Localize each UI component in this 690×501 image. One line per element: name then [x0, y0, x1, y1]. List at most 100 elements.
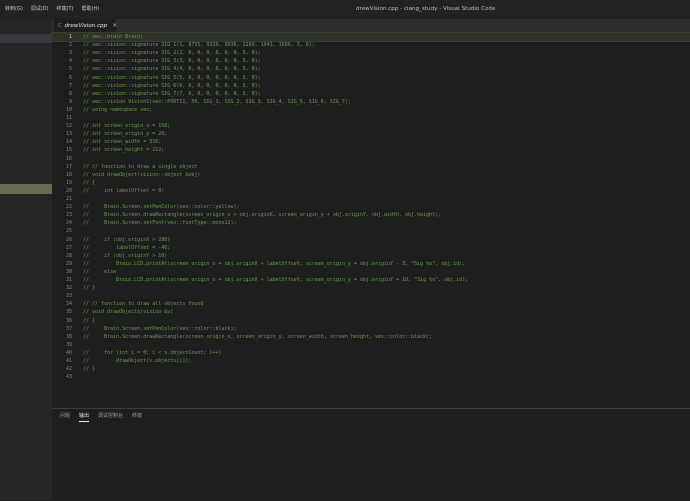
- code-text: // // function to draw all objects found: [83, 301, 204, 308]
- code-text: // {: [83, 179, 96, 186]
- code-line[interactable]: 5 // vex::vision::signature SIG_4(4, 0, 0…: [52, 65, 690, 73]
- code-line[interactable]: 28 // if (obj.originY > 10): [52, 252, 690, 260]
- code-text: // {: [83, 317, 96, 324]
- code-line[interactable]: 20 // int labelOffset = 0;: [52, 187, 690, 195]
- line-number: 40: [65, 349, 72, 356]
- code-line[interactable]: 24 // Brain.Screen.setFont(vex::fontType:…: [52, 219, 690, 227]
- code-text: // int screen_width = 316;: [83, 139, 162, 146]
- code-line[interactable]: 9 // vex::vision Vision1(vex::PORT11, 50,…: [52, 98, 690, 106]
- code-text: // vex::vision::signature SIG_3(3, 0, 0,…: [83, 58, 261, 65]
- tab-drewvision-cpp[interactable]: C drewVision.cpp ×: [54, 19, 117, 32]
- tab-terminal[interactable]: 终端: [132, 412, 142, 422]
- code-line[interactable]: 21: [52, 195, 690, 203]
- code-text: // vex::vision Vision1(vex::PORT11, 50, …: [83, 98, 351, 105]
- code-line[interactable]: 38 // Brain.Screen.drawRectangle(screen_o…: [52, 333, 690, 341]
- tab-problems[interactable]: 问题: [60, 412, 70, 422]
- menu-debug[interactable]: 调试(D): [28, 0, 52, 19]
- tab-output[interactable]: 输出: [79, 412, 90, 422]
- code-line[interactable]: 42 // }: [52, 365, 690, 373]
- sidebar-selected-row[interactable]: [0, 34, 52, 43]
- code-line[interactable]: 26 // if (obj.originX > 280): [52, 236, 690, 244]
- line-number: 37: [65, 325, 72, 332]
- code-line[interactable]: 29 // Brain.LCD.printAt(screen_origin_x +…: [52, 260, 690, 268]
- code-line[interactable]: 33: [52, 292, 690, 300]
- code-line[interactable]: 17 // // function to draw a single object: [52, 163, 690, 171]
- code-line[interactable]: 15 // int screen_height = 212;: [52, 146, 690, 154]
- line-number: 22: [65, 204, 72, 211]
- code-line[interactable]: 23 // Brain.Screen.drawRectangle(screen_o…: [52, 211, 690, 219]
- code-text: // vex::brain Brain;: [83, 34, 144, 40]
- line-number: 7: [68, 82, 72, 89]
- menu-help[interactable]: 帮助(H): [79, 0, 103, 19]
- code-line[interactable]: 14 // int screen_width = 316;: [52, 138, 690, 146]
- code-line[interactable]: 32 // }: [52, 284, 690, 292]
- code-text: // labelOffset = -40;: [83, 244, 171, 251]
- code-line[interactable]: 4 // vex::vision::signature SIG_3(3, 0, 0…: [52, 57, 690, 65]
- sidebar-highlighted-row[interactable]: [0, 184, 52, 194]
- line-number: 9: [68, 98, 72, 105]
- code-line[interactable]: 37 // Brain.Screen.setPenColor(vex::color…: [52, 325, 690, 333]
- code-line[interactable]: 12 // int screen_origin_x = 150;: [52, 122, 690, 130]
- line-number: 26: [65, 236, 72, 243]
- code-text: // }: [83, 366, 96, 373]
- code-line[interactable]: 31 // Brain.LCD.printAt(screen_origin_x +…: [52, 276, 690, 284]
- code-text: // for (int i = 0; i < v.objectCount; i+…: [83, 349, 222, 356]
- code-line[interactable]: 35 // void drawObjects(vision &v): [52, 308, 690, 316]
- code-text: // int screen_height = 212;: [83, 147, 165, 154]
- code-line[interactable]: 11: [52, 114, 690, 122]
- code-line[interactable]: 30 // else: [52, 268, 690, 276]
- line-number: 39: [65, 341, 72, 348]
- line-number: 28: [65, 252, 72, 259]
- line-number: 35: [65, 309, 72, 316]
- line-number: 11: [65, 115, 72, 121]
- line-number: 3: [68, 50, 72, 57]
- menu-goto[interactable]: 转到(G): [2, 0, 26, 19]
- line-number: 6: [68, 74, 72, 81]
- line-number: 14: [65, 139, 72, 146]
- line-number: 16: [65, 155, 72, 162]
- code-line[interactable]: 8 // vex::vision::signature SIG_7(7, 0, 0…: [52, 90, 690, 98]
- code-line[interactable]: 10 // using namespace vex;: [52, 106, 690, 114]
- code-line[interactable]: 43: [52, 373, 690, 381]
- code-text: // Brain.Screen.setFont(vex::fontType::m…: [83, 220, 237, 227]
- line-number: 4: [68, 58, 72, 65]
- code-line[interactable]: 6 // vex::vision::signature SIG_5(5, 0, 0…: [52, 74, 690, 82]
- line-number: 25: [65, 228, 72, 235]
- line-number: 29: [65, 260, 72, 267]
- code-text: // if (obj.originX > 280): [83, 236, 171, 243]
- code-line[interactable]: 40 // for (int i = 0; i < v.objectCount; …: [52, 349, 690, 357]
- code-line[interactable]: 19 // {: [52, 179, 690, 187]
- line-number: 30: [65, 268, 72, 275]
- line-number: 43: [65, 374, 72, 381]
- code-line[interactable]: 7 // vex::vision::signature SIG_6(6, 0, 0…: [52, 82, 690, 90]
- code-text: // Brain.Screen.drawRectangle(screen_ori…: [83, 212, 442, 219]
- close-icon[interactable]: ×: [112, 22, 117, 29]
- code-line[interactable]: 39: [52, 341, 690, 349]
- code-text: // int labelOffset = 0;: [83, 187, 165, 194]
- code-line[interactable]: 22 // Brain.Screen.setPenColor(vex::color…: [52, 203, 690, 211]
- code-text: // vex::vision::signature SIG_2(2, 0, 0,…: [83, 50, 261, 57]
- code-line[interactable]: 41 // drawObject(v.objects[i]);: [52, 357, 690, 365]
- code-line[interactable]: 16: [52, 155, 690, 163]
- code-line[interactable]: 1 // vex::brain Brain;: [51, 31, 690, 43]
- panel-tabs: 问题 输出 调试控制台 终端: [60, 412, 151, 422]
- code-editor[interactable]: 1// vex::brain Brain; 2// vex::vision::si…: [51, 31, 690, 408]
- code-line[interactable]: 3 // vex::vision::signature SIG_2(2, 0, 0…: [52, 49, 690, 57]
- code-line[interactable]: 25: [52, 227, 690, 235]
- code-text: // vex::vision::signature SIG_5(5, 0, 0,…: [83, 74, 261, 81]
- line-number: 34: [65, 301, 72, 308]
- code-text: // vex::vision::signature SIG_4(4, 0, 0,…: [83, 66, 261, 73]
- code-line[interactable]: 13 // int screen_origin_y = 20;: [52, 130, 690, 138]
- code-text: // Brain.Screen.setPenColor(vex::color::…: [83, 325, 237, 332]
- code-line[interactable]: 18 // void drawObject(vision::object &obj…: [52, 171, 690, 179]
- code-text: // }: [83, 285, 96, 292]
- code-line[interactable]: 36 // {: [52, 317, 690, 325]
- code-line[interactable]: 34 // // function to draw all objects fou…: [52, 300, 690, 308]
- code-line[interactable]: 2 // vex::vision::signature SIG_1(1, 8755…: [52, 41, 690, 49]
- line-number: 33: [65, 293, 72, 300]
- tab-label: drewVision.cpp: [64, 22, 108, 29]
- tab-debug-console[interactable]: 调试控制台: [98, 412, 123, 422]
- menu-terminal[interactable]: 终端(T): [54, 0, 77, 19]
- code-line[interactable]: 27 // labelOffset = -40;: [52, 244, 690, 252]
- code-text: // Brain.Screen.setPenColor(vex::color::…: [83, 204, 240, 211]
